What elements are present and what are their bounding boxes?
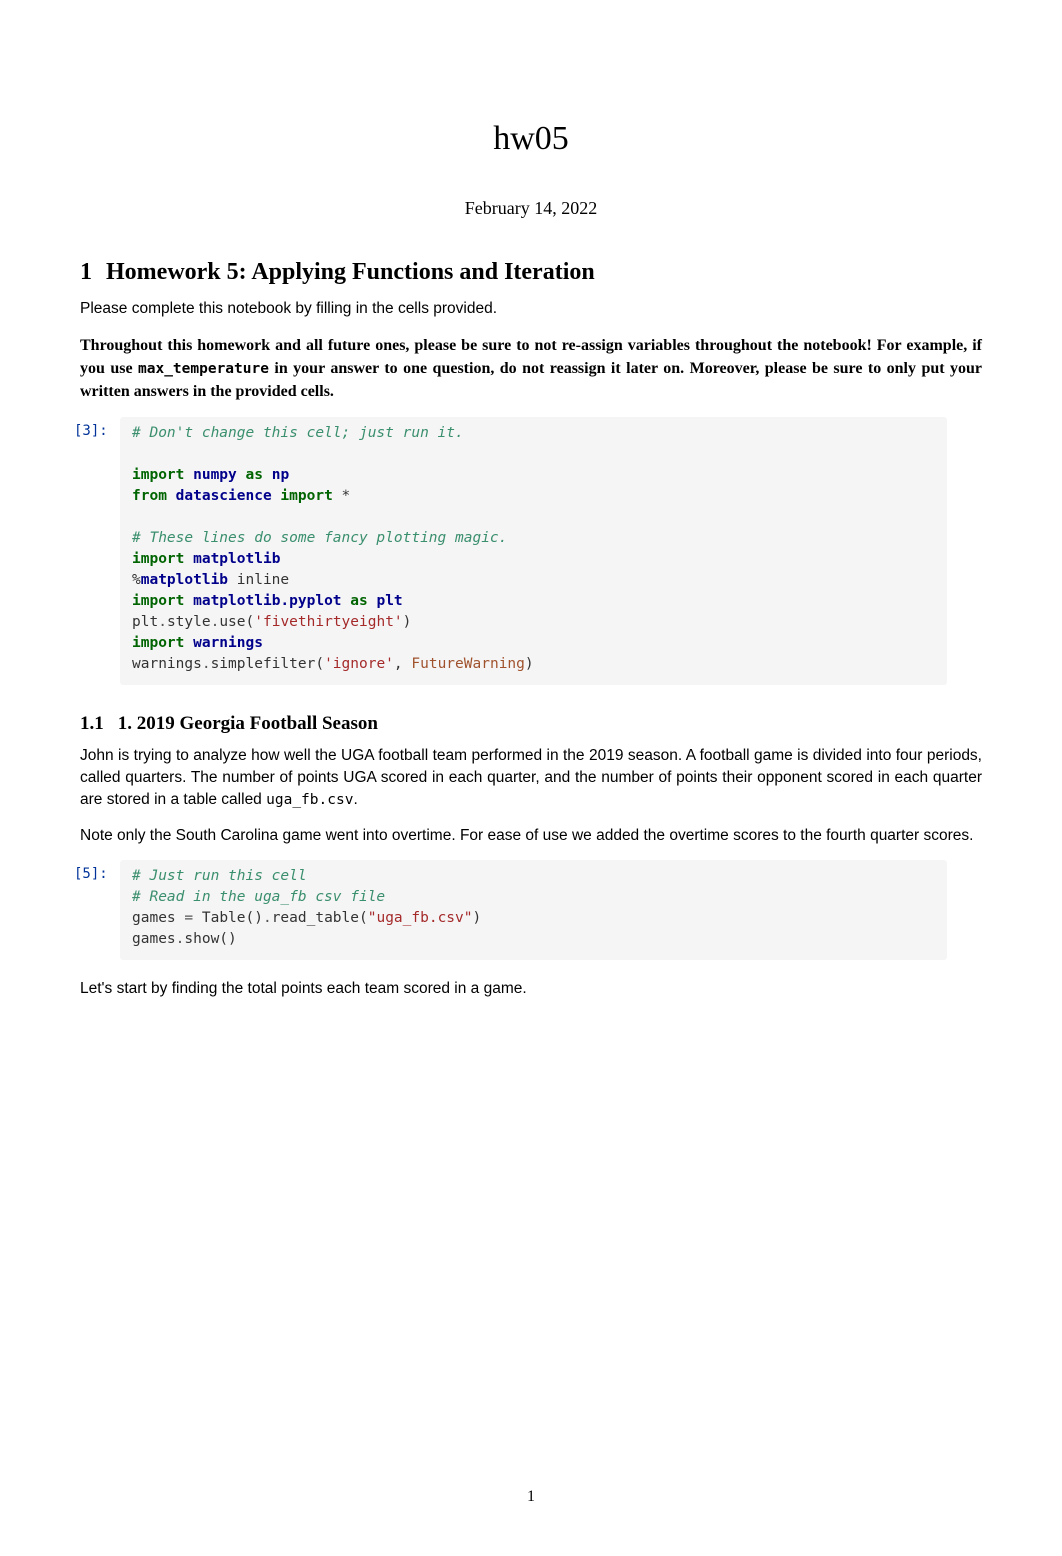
code-alias: plt — [368, 593, 403, 609]
code-keyword: import — [132, 635, 184, 651]
code-string: 'fivethirtyeight' — [254, 614, 402, 630]
code-builtin: FutureWarning — [411, 656, 525, 672]
code-comment: # Just run this cell — [132, 868, 307, 884]
code-call: Table() — [193, 910, 263, 926]
code-keyword: from — [132, 488, 167, 504]
code-call: show() — [184, 931, 236, 947]
code-comment: # These lines do some fancy plotting mag… — [132, 530, 507, 546]
code-ident: games — [132, 931, 176, 947]
code-keyword: import — [272, 488, 333, 504]
code-comma: , — [394, 656, 411, 672]
code-module: matplotlib — [184, 551, 280, 567]
code-module: warnings — [184, 635, 263, 651]
code-keyword: import — [132, 551, 184, 567]
code-ident: warnings — [132, 656, 202, 672]
section-number: 1 — [80, 259, 92, 285]
page-number: 1 — [0, 1488, 1062, 1506]
code-keyword: as — [342, 593, 368, 609]
section-title: Homework 5: Applying Functions and Itera… — [106, 259, 595, 285]
code-magic: matplotlib — [141, 572, 237, 588]
code-alias: np — [263, 467, 289, 483]
code-module: datascience — [167, 488, 272, 504]
code-ident: style — [167, 614, 211, 630]
code-comment: # Don't change this cell; just run it. — [132, 425, 464, 441]
code-cell-wrap-2: [5]: # Just run this cell # Read in the … — [120, 860, 947, 960]
code-ident: games — [132, 910, 184, 926]
code-cell-wrap-1: [3]: # Don't change this cell; just run … — [120, 417, 947, 685]
paragraph-1-text-b: . — [353, 791, 357, 808]
code-magic-arg: inline — [237, 572, 289, 588]
code-call: read_table( — [272, 910, 368, 926]
code-module: matplotlib.pyplot — [184, 593, 341, 609]
intro-paragraph: Please complete this notebook by filling… — [80, 298, 982, 320]
cell-prompt: [5]: — [74, 866, 108, 882]
inline-code-max-temperature: max_temperature — [138, 361, 269, 377]
page: hw05 February 14, 2022 1 Homework 5: Appl… — [0, 0, 1062, 1556]
code-equals: = — [184, 910, 193, 926]
code-star: * — [333, 488, 350, 504]
document-title: hw05 — [80, 120, 982, 158]
cell-prompt: [3]: — [74, 423, 108, 439]
code-close-paren: ) — [473, 910, 482, 926]
code-close-paren: ) — [525, 656, 534, 672]
code-ident: plt — [132, 614, 158, 630]
code-module: numpy — [184, 467, 236, 483]
code-dot: . — [202, 656, 211, 672]
paragraph-1-text-a: John is trying to analyze how well the U… — [80, 747, 982, 807]
subsection-heading: 1.1 1. 2019 Georgia Football Season — [80, 713, 982, 735]
code-cell-2: [5]: # Just run this cell # Read in the … — [120, 860, 947, 960]
warning-paragraph: Throughout this homework and all future … — [80, 334, 982, 404]
inline-code-csv: uga_fb.csv — [266, 792, 353, 808]
code-percent: % — [132, 572, 141, 588]
paragraph-2: Note only the South Carolina game went i… — [80, 825, 982, 847]
code-close-paren: ) — [403, 614, 412, 630]
section-heading: 1 Homework 5: Applying Functions and Iter… — [80, 259, 982, 286]
document-date: February 14, 2022 — [80, 198, 982, 219]
code-call: simplefilter( — [211, 656, 325, 672]
subsection-title: 1. 2019 Georgia Football Season — [118, 713, 378, 734]
subsection-number: 1.1 — [80, 713, 104, 734]
code-dot: . — [263, 910, 272, 926]
code-keyword: as — [237, 467, 263, 483]
code-call: use( — [219, 614, 254, 630]
code-string: 'ignore' — [324, 656, 394, 672]
code-string: "uga_fb.csv" — [368, 910, 473, 926]
paragraph-1: John is trying to analyze how well the U… — [80, 745, 982, 810]
code-comment: # Read in the uga_fb csv file — [132, 889, 385, 905]
code-keyword: import — [132, 593, 184, 609]
paragraph-3: Let's start by finding the total points … — [80, 978, 982, 1000]
code-keyword: import — [132, 467, 184, 483]
code-dot: . — [158, 614, 167, 630]
code-cell-1: [3]: # Don't change this cell; just run … — [120, 417, 947, 685]
